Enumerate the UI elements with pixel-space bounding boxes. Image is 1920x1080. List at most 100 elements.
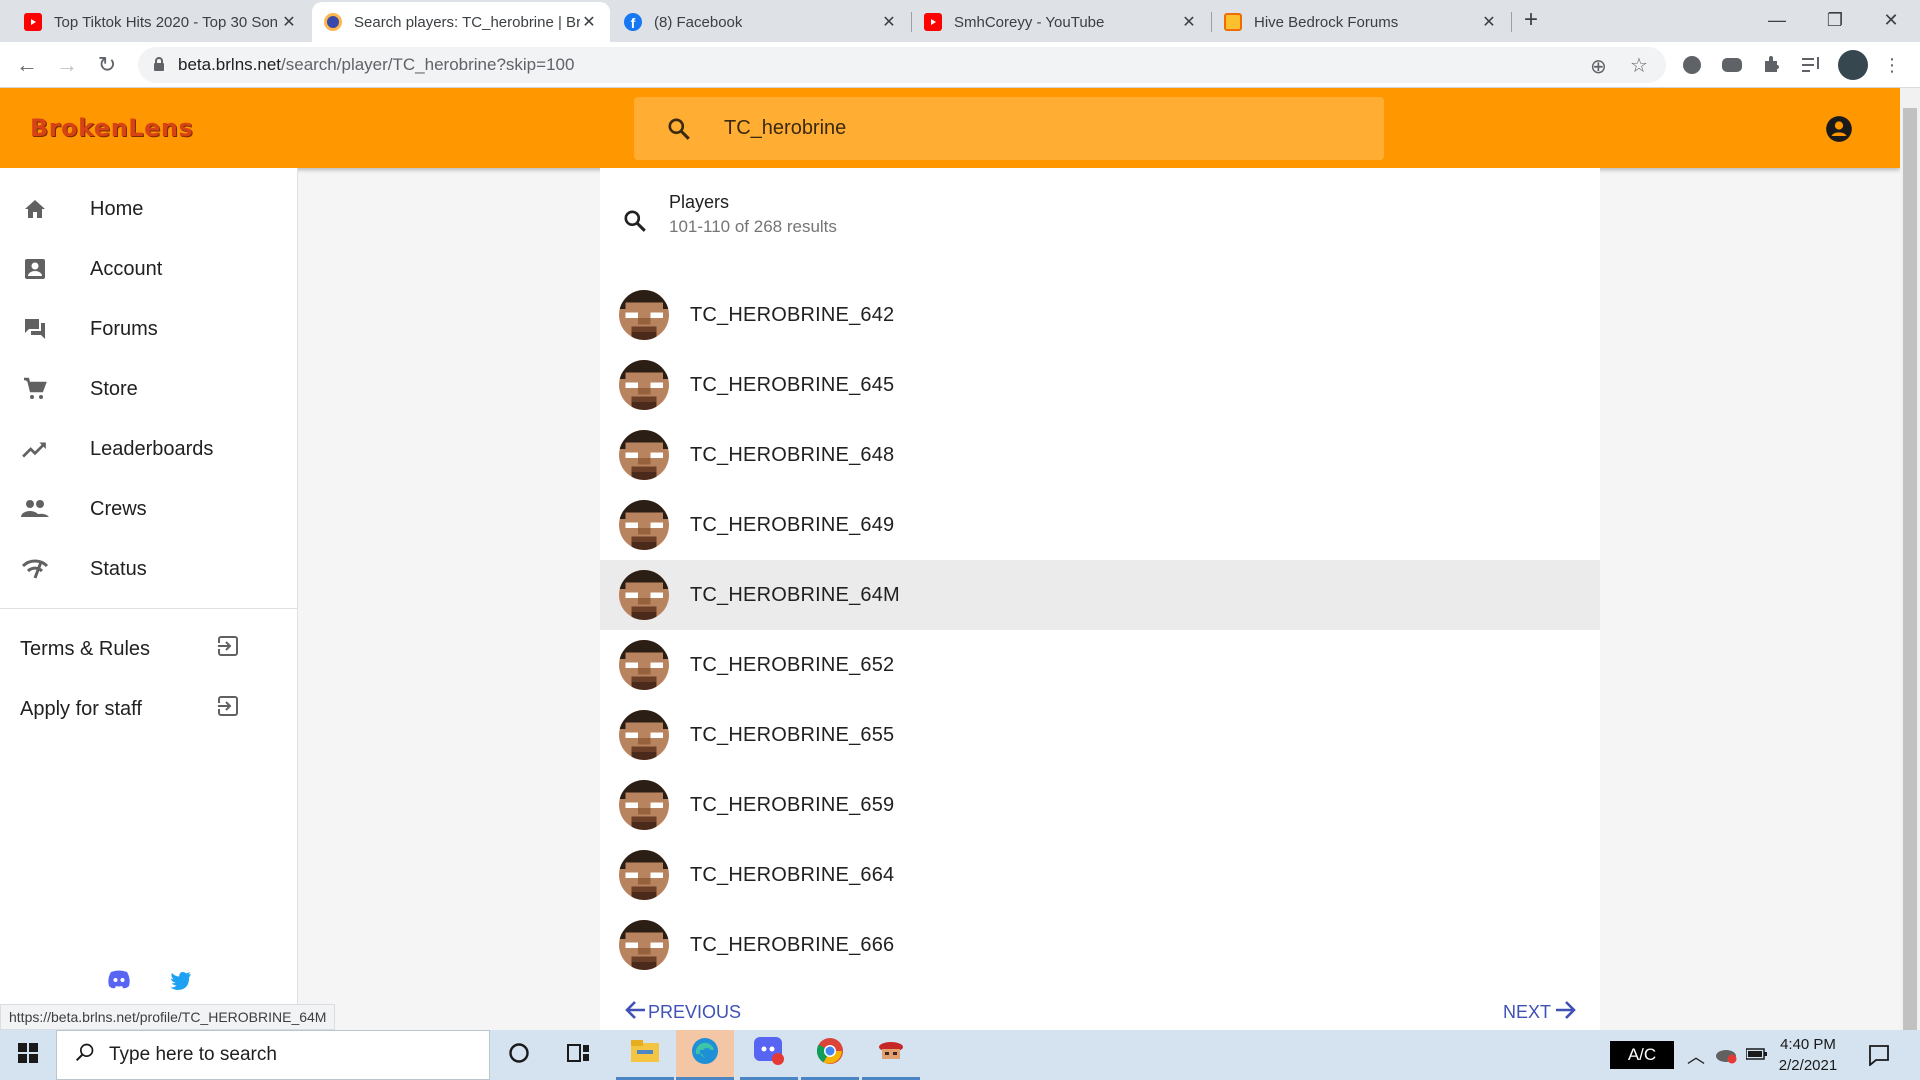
discord-icon[interactable] (107, 970, 131, 995)
taskbar-search-placeholder: Type here to search (109, 1044, 277, 1065)
bookmark-star-icon[interactable]: ☆ (1630, 53, 1648, 78)
browser-tab-active[interactable]: Search players: TC_herobrine | Br ✕ (312, 2, 610, 42)
signal-icon (0, 558, 90, 580)
link-label: Apply for staff (20, 697, 142, 720)
notification-center-icon[interactable] (1868, 1044, 1890, 1071)
facebook-icon: f (624, 13, 642, 31)
tab-title: Hive Bedrock Forums (1254, 13, 1399, 31)
player-name: TC_HEROBRINE_645 (690, 373, 895, 396)
reload-button[interactable]: ↻ (92, 50, 122, 80)
terms-rules-link[interactable]: Terms & Rules (20, 629, 240, 669)
player-row[interactable]: TC_HEROBRINE_664 (600, 840, 1600, 910)
profile-avatar[interactable] (1838, 50, 1868, 80)
player-row[interactable]: TC_HEROBRINE_642 (600, 280, 1600, 350)
player-name: TC_HEROBRINE_64M (690, 583, 900, 606)
minimize-button[interactable]: — (1748, 0, 1806, 40)
player-row[interactable]: TC_HEROBRINE_64M (600, 560, 1600, 630)
sidebar-item-crews[interactable]: Crews (0, 484, 298, 534)
player-avatar (619, 920, 669, 970)
more-menu-icon[interactable]: ⋮ (1880, 53, 1904, 77)
player-row[interactable]: TC_HEROBRINE_666 (600, 910, 1600, 980)
next-page-button[interactable]: NEXT (1503, 1000, 1577, 1025)
close-tab-icon[interactable]: ✕ (580, 12, 598, 32)
results-summary: 101-110 of 268 results (669, 217, 837, 236)
ac-indicator[interactable]: A/C (1610, 1041, 1674, 1069)
file-explorer-button[interactable] (616, 1030, 674, 1080)
player-name: TC_HEROBRINE_664 (690, 863, 895, 886)
scrollbar-thumb[interactable] (1903, 108, 1917, 1048)
player-row[interactable]: TC_HEROBRINE_648 (600, 420, 1600, 490)
sidebar-item-store[interactable]: Store (0, 364, 298, 414)
hive-icon (1224, 13, 1242, 31)
sidebar-item-home[interactable]: Home (0, 184, 298, 234)
brokenlens-icon (324, 13, 342, 31)
player-row[interactable]: TC_HEROBRINE_645 (600, 350, 1600, 420)
close-tab-icon[interactable]: ✕ (1180, 12, 1198, 32)
account-box-icon (0, 257, 90, 281)
sidebar-item-label: Leaderboards (90, 437, 214, 460)
media-control-icon[interactable] (1800, 53, 1824, 77)
puzzle-icon[interactable] (1760, 53, 1784, 77)
apply-staff-link[interactable]: Apply for staff (20, 689, 240, 729)
results-card: Players 101-110 of 268 results TC_HEROBR… (600, 168, 1600, 1030)
onedrive-icon[interactable] (1714, 1046, 1738, 1069)
page-scrollbar[interactable] (1900, 88, 1920, 1048)
lock-icon (152, 56, 166, 77)
close-tab-icon[interactable]: ✕ (880, 12, 898, 32)
search-icon (622, 208, 648, 239)
search-icon (75, 1042, 95, 1068)
account-circle-icon[interactable] (1825, 115, 1853, 148)
taskbar-search-box[interactable]: Type here to search (56, 1030, 490, 1080)
install-app-icon[interactable]: ⊕ (1590, 54, 1607, 79)
game-taskbar-button[interactable] (862, 1030, 920, 1080)
taskbar-clock[interactable]: 4:40 PM 2/2/2021 (1768, 1034, 1848, 1076)
player-name: TC_HEROBRINE_652 (690, 653, 895, 676)
player-row[interactable]: TC_HEROBRINE_655 (600, 700, 1600, 770)
address-bar[interactable]: beta.brlns.net/search/player/TC_herobrin… (138, 47, 1666, 83)
player-row[interactable]: TC_HEROBRINE_659 (600, 770, 1600, 840)
search-icon (634, 116, 724, 142)
player-row[interactable]: TC_HEROBRINE_652 (600, 630, 1600, 700)
new-tab-button[interactable]: + (1502, 0, 1560, 40)
search-input[interactable]: TC_herobrine (724, 117, 846, 140)
close-tab-icon[interactable]: ✕ (280, 12, 298, 32)
player-name: TC_HEROBRINE_648 (690, 443, 895, 466)
extension-icon[interactable] (1720, 53, 1744, 77)
youtube-icon (924, 13, 942, 31)
discord-taskbar-button[interactable] (740, 1030, 798, 1080)
previous-page-button[interactable]: PREVIOUS (624, 1000, 741, 1025)
sidebar-divider (0, 608, 298, 609)
group-icon (0, 499, 90, 519)
player-search-bar[interactable]: TC_herobrine (634, 97, 1384, 160)
brokenlens-logo[interactable]: BrokenLens (30, 114, 193, 142)
close-tab-icon[interactable]: ✕ (1480, 12, 1498, 32)
show-hidden-icons-chevron-icon[interactable]: ︿ (1687, 1043, 1705, 1069)
sidebar-item-leaderboards[interactable]: Leaderboards (0, 424, 298, 474)
browser-tab[interactable]: f (8) Facebook ✕ (612, 2, 910, 42)
browser-tab[interactable]: Hive Bedrock Forums ✕ (1212, 2, 1510, 42)
close-window-button[interactable]: ✕ (1862, 0, 1920, 40)
forward-button[interactable]: → (52, 50, 82, 80)
browser-tab[interactable]: SmhCoreyy - YouTube ✕ (912, 2, 1210, 42)
sidebar-item-forums[interactable]: Forums (0, 304, 298, 354)
cortana-button[interactable] (490, 1030, 548, 1080)
forum-icon (0, 317, 90, 341)
battery-icon[interactable] (1745, 1047, 1768, 1066)
player-row[interactable]: TC_HEROBRINE_649 (600, 490, 1600, 560)
sidebar-item-account[interactable]: Account (0, 244, 298, 294)
start-button[interactable] (0, 1030, 56, 1080)
chrome-button[interactable] (801, 1030, 859, 1080)
sidebar-item-status[interactable]: Status (0, 544, 298, 594)
back-button[interactable]: ← (12, 50, 42, 80)
extension-icon[interactable] (1680, 53, 1704, 77)
edge-button[interactable] (676, 1030, 734, 1080)
player-avatar (619, 570, 669, 620)
twitter-icon[interactable] (170, 972, 192, 995)
task-view-button[interactable] (550, 1030, 608, 1080)
plus-icon: + (1523, 6, 1538, 33)
windows-logo-icon (18, 1042, 38, 1068)
player-name: TC_HEROBRINE_659 (690, 793, 895, 816)
tab-title: Top Tiktok Hits 2020 - Top 30 Son (54, 13, 279, 31)
browser-tab[interactable]: Top Tiktok Hits 2020 - Top 30 Son ✕ (12, 2, 310, 42)
restore-button[interactable]: ❐ (1806, 0, 1864, 40)
